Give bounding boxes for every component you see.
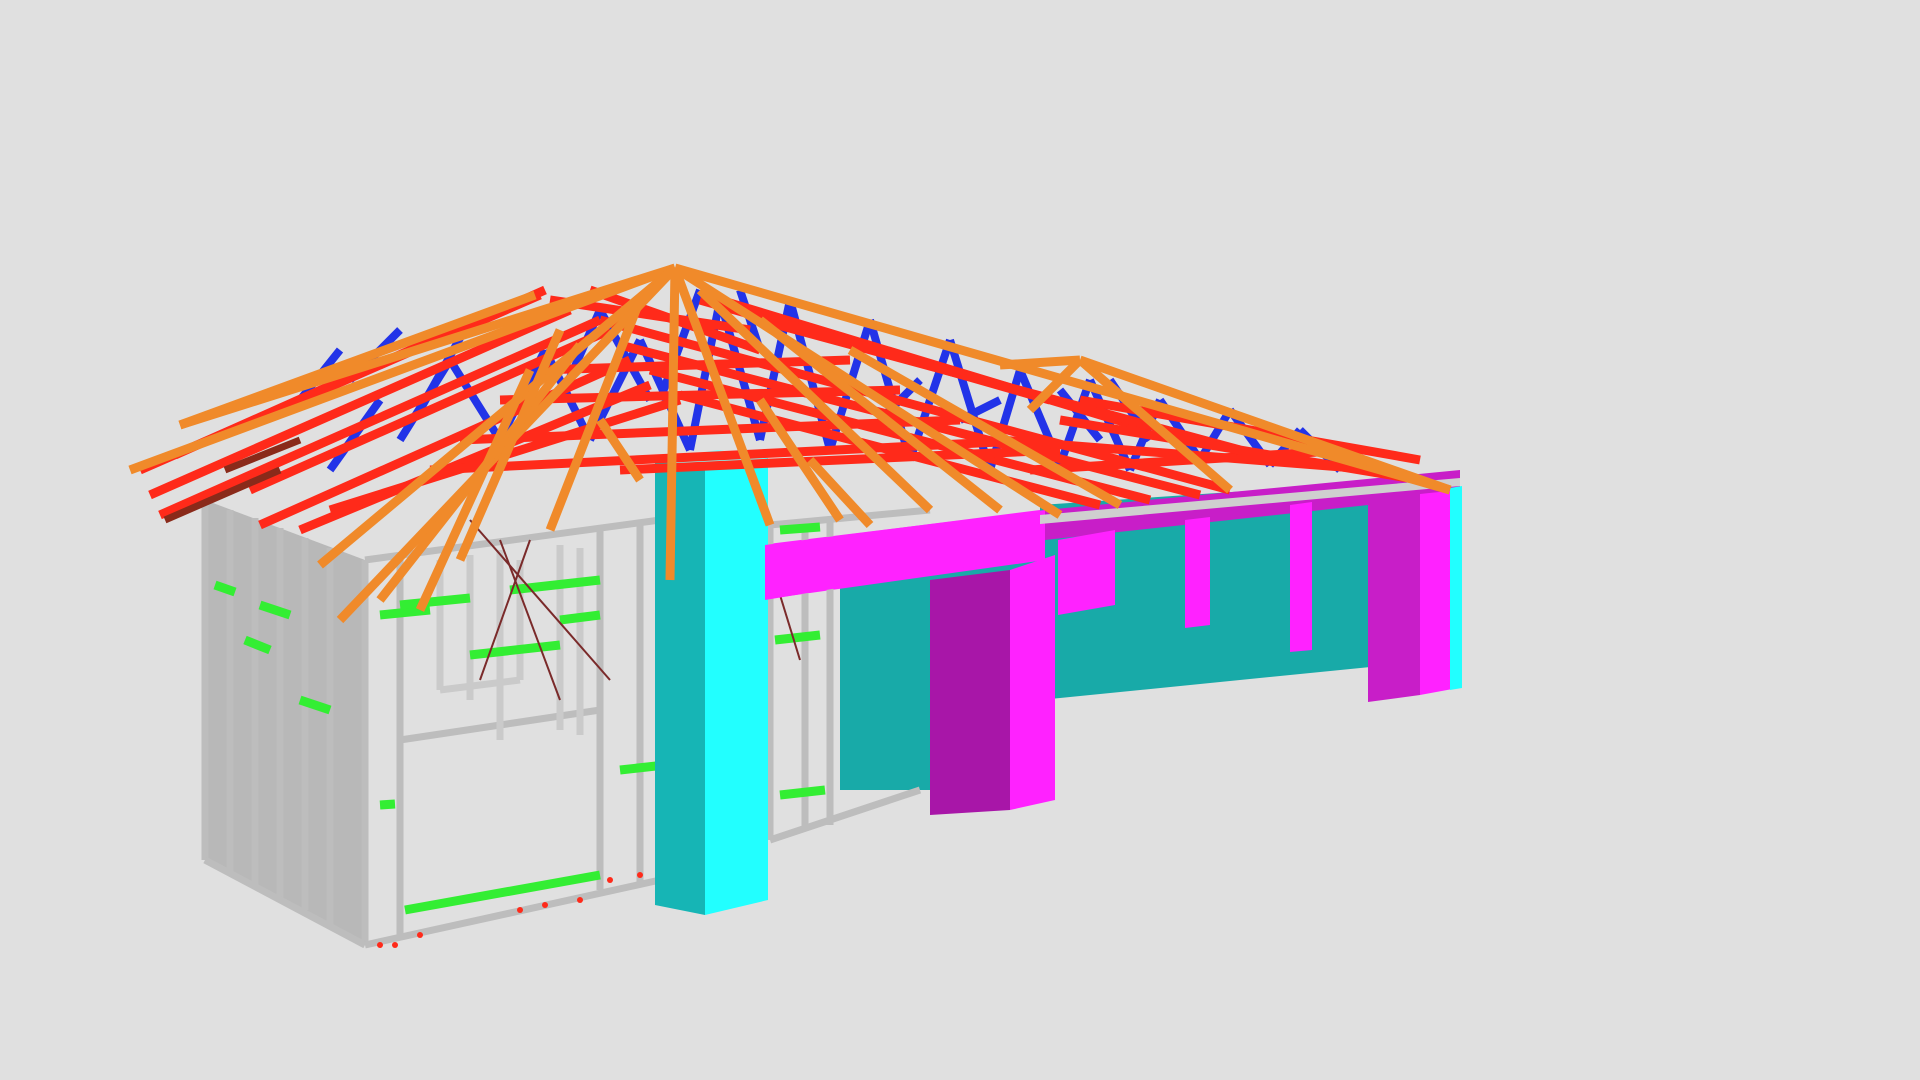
garage-column-3 [1290, 502, 1312, 652]
garage-pier-side [1010, 555, 1055, 810]
garage-end-cyan-edge [1450, 486, 1462, 690]
3d-model-viewport[interactable] [0, 0, 1920, 1080]
entry-column-side [655, 460, 705, 915]
house-frame-model[interactable] [0, 0, 1920, 1080]
garage-column-1 [1058, 530, 1115, 615]
garage-column-2 [1185, 517, 1210, 628]
garage-end-pier-front [1368, 494, 1420, 702]
garage-pier-front [930, 570, 1010, 815]
entry-column-front [705, 458, 768, 915]
